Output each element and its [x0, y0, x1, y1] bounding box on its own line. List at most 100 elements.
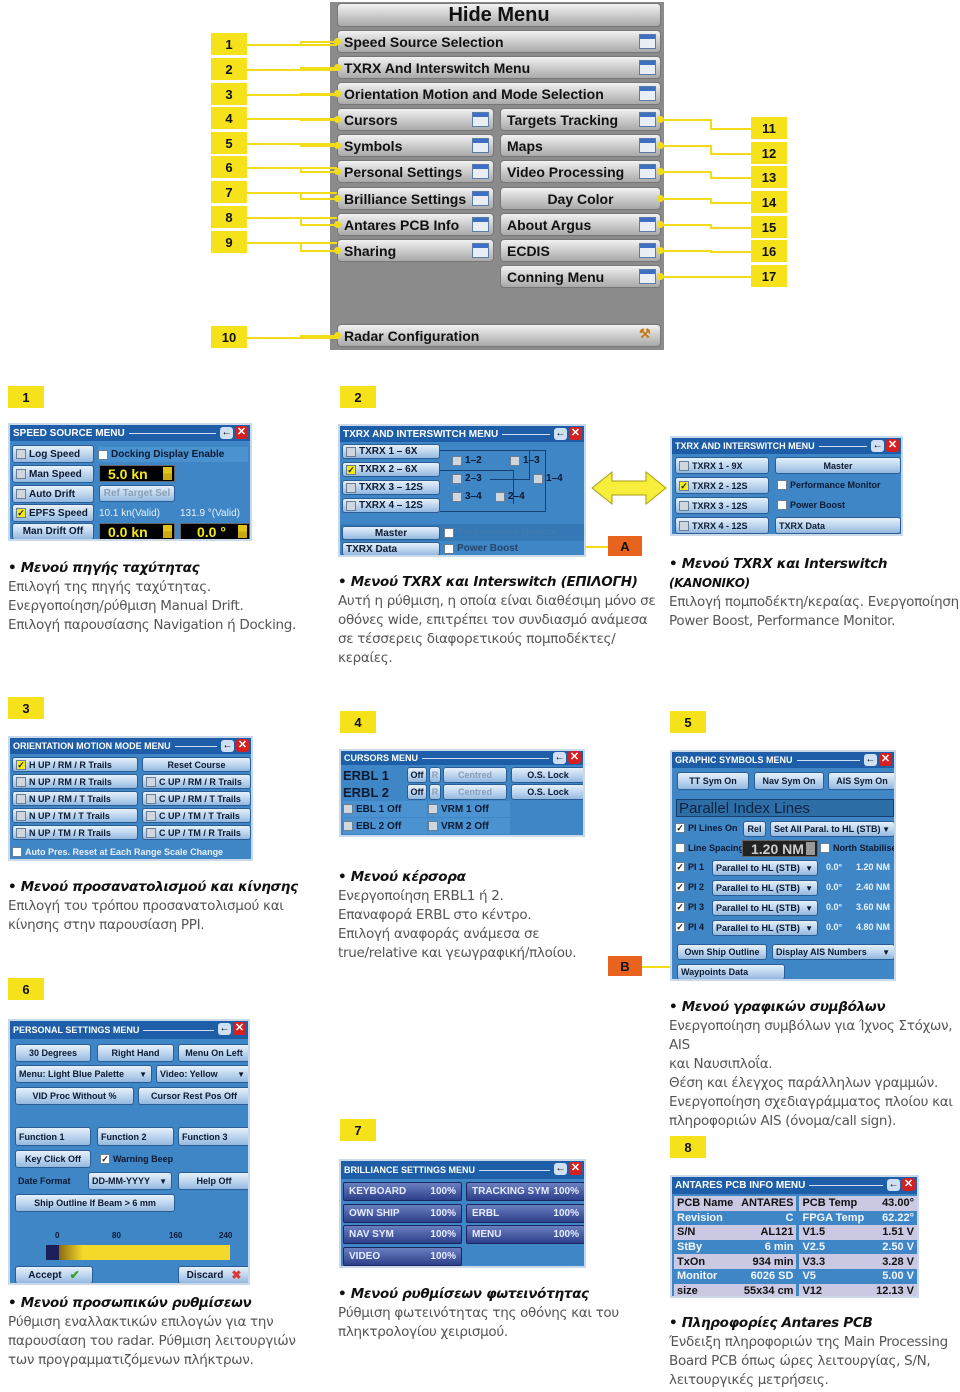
line-spacing-checkbox[interactable]: Line Spacing: [675, 843, 744, 853]
brilliance-item[interactable]: ERBL 100%: [466, 1203, 584, 1223]
erbl-off-button[interactable]: Off: [407, 784, 427, 800]
ship-outline-button[interactable]: Ship Outline If Beam > 6 mm: [15, 1194, 175, 1212]
orientation-mode-button[interactable]: N UP / RM / R Trails: [12, 774, 138, 789]
close-icon[interactable]: ✕: [568, 751, 581, 764]
pi-checkbox[interactable]: ✓ PI 3: [675, 902, 704, 912]
brilliance-item[interactable]: KEYBOARD 100%: [343, 1182, 462, 1201]
ref-target-sel-button[interactable]: Ref Target Sel: [99, 485, 175, 502]
ais-sym-button[interactable]: AIS Sym On: [828, 772, 894, 790]
menu-item-9[interactable]: Sharing: [337, 239, 494, 262]
spinner-icon[interactable]: [238, 525, 247, 538]
cursor-rest-pos-button[interactable]: Cursor Rest Pos Off: [138, 1087, 248, 1105]
set-all-parallel-dropdown[interactable]: Set All Paral. to HL (STB): [770, 821, 894, 837]
vid-proc-button[interactable]: VID Proc Without %: [15, 1087, 134, 1105]
warning-beep-checkbox[interactable]: ✓ Warning Beep: [100, 1154, 173, 1164]
spinner-icon[interactable]: [163, 467, 172, 480]
function-2-button[interactable]: Function 2: [97, 1127, 174, 1146]
performance-monitor-checkbox[interactable]: Performance Monitor: [777, 480, 881, 490]
function-3-button[interactable]: Function 3: [178, 1127, 248, 1146]
back-arrow-icon[interactable]: ←: [221, 740, 234, 752]
pi-mode-dropdown[interactable]: Parallel to HL (STB): [712, 920, 818, 936]
drift-direction-value[interactable]: 0.0 °: [180, 523, 250, 539]
os-lock-button[interactable]: O.S. Lock: [511, 784, 583, 800]
rel-button[interactable]: Rel: [743, 821, 766, 837]
own-ship-outline-button[interactable]: Own Ship Outline: [677, 944, 767, 960]
auto-drift-button[interactable]: Auto Drift: [12, 485, 94, 503]
orientation-mode-button[interactable]: C UP / TM / T Trails: [142, 808, 251, 823]
close-icon[interactable]: ✕: [902, 1178, 915, 1191]
video-color-dropdown[interactable]: Video: Yellow: [156, 1065, 248, 1083]
orientation-mode-button[interactable]: C UP / RM / T Trails: [142, 791, 251, 806]
accept-button[interactable]: Accept ✔: [15, 1266, 93, 1283]
line-spacing-value[interactable]: 1.20 NM: [742, 840, 818, 857]
menu-item-4[interactable]: Cursors: [337, 108, 494, 131]
back-arrow-icon[interactable]: ←: [554, 1163, 567, 1175]
auto-pres-reset-checkbox[interactable]: Auto Pres. Reset at Each Range Scale Cha…: [12, 847, 223, 857]
docking-display-checkbox[interactable]: Docking Display Enable: [98, 447, 248, 462]
hide-menu-button[interactable]: Hide Menu: [337, 3, 661, 27]
pi-checkbox[interactable]: ✓ PI 2: [675, 882, 704, 892]
waypoints-data-button[interactable]: Waypoints Data: [677, 964, 785, 979]
drift-speed-value[interactable]: 0.0 kn: [99, 523, 175, 539]
menu-item-5[interactable]: Symbols: [337, 134, 494, 157]
os-lock-button[interactable]: O.S. Lock: [511, 767, 583, 783]
pi-checkbox[interactable]: ✓ PI 1: [675, 862, 704, 872]
link-2-3-checkbox[interactable]: 2–3: [452, 473, 482, 484]
txrx-1-button[interactable]: TXRX 1 – 6X: [342, 444, 440, 459]
close-icon[interactable]: ✕: [236, 739, 249, 752]
reset-course-button[interactable]: Reset Course: [142, 757, 251, 772]
degrees-button[interactable]: 30 Degrees: [15, 1044, 91, 1062]
help-off-button[interactable]: Help Off: [178, 1172, 248, 1190]
menu-item-11[interactable]: Targets Tracking: [500, 108, 661, 131]
brightness-slider[interactable]: [46, 1245, 230, 1260]
orientation-mode-button[interactable]: N UP / RM / T Trails: [12, 791, 138, 806]
performance-monitor-checkbox[interactable]: Performance Monitor: [444, 527, 558, 538]
link-3-4-checkbox[interactable]: 3–4: [452, 491, 482, 502]
brilliance-item[interactable]: OWN SHIP 100%: [343, 1203, 462, 1223]
back-arrow-icon[interactable]: ←: [554, 428, 567, 440]
txrx-data-button[interactable]: TXRX Data: [775, 517, 901, 534]
menu-item-7[interactable]: Brilliance Settings: [337, 187, 494, 210]
menu-item-3[interactable]: Orientation Motion and Mode Selection: [337, 82, 661, 105]
menu-item-13[interactable]: Video Processing: [500, 160, 661, 183]
erbl-off-button[interactable]: Off: [407, 767, 427, 783]
north-stabilised-checkbox[interactable]: North Stabilised: [820, 843, 894, 853]
power-boost-checkbox[interactable]: Power Boost: [444, 543, 518, 554]
man-speed-value[interactable]: 5.0 kn: [99, 465, 175, 482]
pi-lines-on-checkbox[interactable]: ✓ PI Lines On: [675, 823, 738, 833]
tt-sym-button[interactable]: TT Sym On: [677, 772, 749, 790]
epfs-speed-button[interactable]: ✓ EPFS Speed: [12, 504, 94, 522]
pi-checkbox[interactable]: ✓ PI 4: [675, 922, 704, 932]
orientation-mode-button[interactable]: ✓ H UP / RM / R Trails: [12, 757, 138, 772]
right-hand-button[interactable]: Right Hand: [97, 1044, 174, 1062]
pi-mode-dropdown[interactable]: Parallel to HL (STB): [712, 900, 818, 916]
menu-item-2[interactable]: TXRX And Interswitch Menu: [337, 56, 661, 79]
man-drift-off-button[interactable]: Man Drift Off: [12, 523, 94, 539]
erbl-centred-button[interactable]: Centred: [443, 784, 507, 800]
log-speed-button[interactable]: Log Speed: [12, 445, 94, 463]
function-1-button[interactable]: Function 1: [15, 1127, 91, 1146]
pi-mode-dropdown[interactable]: Parallel to HL (STB): [712, 880, 818, 896]
txrx-3-button[interactable]: TXRX 3 – 12S: [342, 480, 440, 495]
txrx-4-button[interactable]: TXRX 4 - 12S: [675, 517, 769, 534]
orientation-mode-button[interactable]: N UP / TM / R Trails: [12, 825, 138, 840]
txrx-2-button[interactable]: ✓ TXRX 2 – 6X: [342, 462, 440, 477]
back-arrow-icon[interactable]: ←: [887, 1179, 900, 1191]
menu-item-1[interactable]: Speed Source Selection: [337, 30, 661, 53]
menu-item-14[interactable]: Day Color: [500, 187, 661, 210]
back-arrow-icon[interactable]: ←: [864, 754, 877, 766]
menu-on-left-button[interactable]: Menu On Left: [178, 1044, 248, 1062]
erbl-centred-button[interactable]: Centred: [443, 767, 507, 783]
menu-item-15[interactable]: About Argus: [500, 213, 661, 236]
menu-item-8[interactable]: Antares PCB Info: [337, 213, 494, 236]
txrx-2-button[interactable]: ✓ TXRX 2 - 12S: [675, 477, 769, 494]
orientation-mode-button[interactable]: C UP / TM / R Trails: [142, 825, 251, 840]
close-icon[interactable]: ✕: [569, 427, 582, 440]
man-speed-button[interactable]: Man Speed: [12, 465, 94, 483]
back-arrow-icon[interactable]: ←: [871, 440, 884, 452]
spinner-icon[interactable]: [163, 525, 172, 538]
pi-mode-dropdown[interactable]: Parallel to HL (STB): [712, 860, 818, 876]
link-2-4-checkbox[interactable]: 2–4: [495, 491, 525, 502]
display-ais-numbers-dropdown[interactable]: Display AIS Numbers: [772, 944, 894, 960]
orientation-mode-button[interactable]: N UP / TM / T Trails: [12, 808, 138, 823]
